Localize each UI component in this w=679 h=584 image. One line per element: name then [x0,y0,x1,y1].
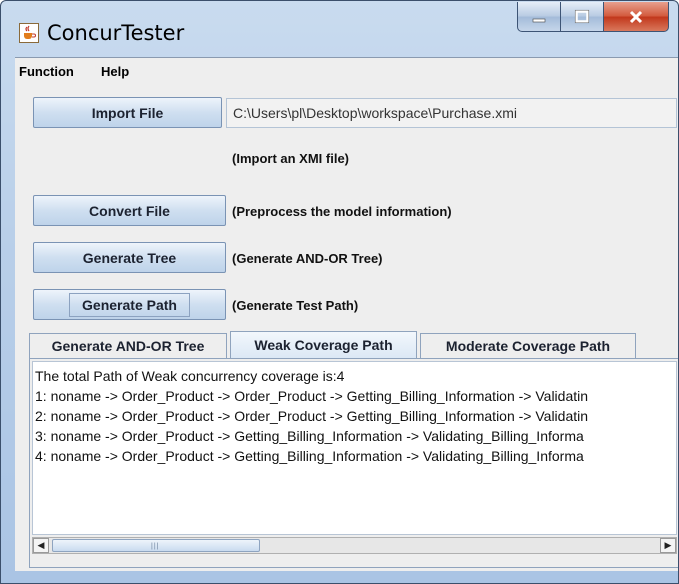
import-file-button-label: Import File [91,104,164,121]
scroll-right-icon[interactable]: ▶ [660,538,676,553]
import-hint: (Import an XMI file) [232,151,349,166]
menu-bar: Function Help [15,58,678,86]
generate-path-button[interactable]: Generate Path [33,289,226,320]
minimize-icon [518,5,560,30]
output-line: 2: noname -> Order_Product -> Order_Prod… [35,408,589,424]
grip-icon: ||| [151,543,160,550]
weak-coverage-panel: The total Path of Weak concurrency cover… [29,358,678,568]
import-file-button[interactable]: Import File [33,97,222,128]
tab-moderate-coverage-path[interactable]: Moderate Coverage Path [420,333,636,358]
java-coffee-cup-icon [19,23,39,43]
scroll-left-icon[interactable]: ◀ [33,538,49,553]
tree-hint: (Generate AND-OR Tree) [232,251,383,266]
maximize-icon [561,5,603,30]
close-icon [604,5,668,30]
title-bar[interactable]: ConcurTester [1,1,678,57]
file-path-field[interactable]: C:\Users\pl\Desktop\workspace\Purchase.x… [226,98,677,128]
convert-file-button-label: Convert File [89,202,170,219]
close-button[interactable] [603,2,669,32]
app-window: ConcurTester Function Help Import File C… [0,0,679,584]
convert-hint: (Preprocess the model information) [232,204,452,219]
client-area: Function Help Import File C:\Users\pl\De… [15,57,678,571]
tab-generate-and-or-tree[interactable]: Generate AND-OR Tree [29,333,227,358]
menu-help[interactable]: Help [101,64,129,79]
path-hint: (Generate Test Path) [232,298,359,313]
tab-weak-coverage-path[interactable]: Weak Coverage Path [230,331,417,358]
generate-tree-button-label: Generate Tree [82,249,177,266]
menu-function[interactable]: Function [19,64,74,79]
output-line: 3: noname -> Order_Product -> Getting_Bi… [35,428,584,444]
window-title: ConcurTester [47,21,185,45]
scrollbar-thumb[interactable]: ||| [52,539,260,552]
output-textarea[interactable]: The total Path of Weak concurrency cover… [32,361,677,535]
minimize-button[interactable] [517,2,561,32]
output-line: The total Path of Weak concurrency cover… [35,368,345,384]
generate-path-button-label: Generate Path [69,292,190,317]
maximize-button[interactable] [560,2,604,32]
output-line: 4: noname -> Order_Product -> Getting_Bi… [35,448,584,464]
horizontal-scrollbar[interactable]: ◀ ||| ▶ [32,537,677,554]
convert-file-button[interactable]: Convert File [33,195,226,226]
generate-tree-button[interactable]: Generate Tree [33,242,226,273]
output-line: 1: noname -> Order_Product -> Order_Prod… [35,388,589,404]
